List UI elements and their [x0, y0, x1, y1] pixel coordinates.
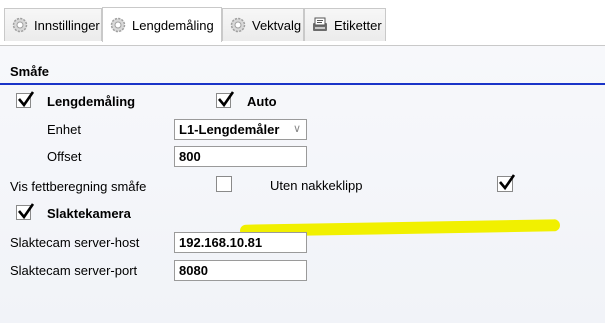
offset-input[interactable]: 800 [174, 146, 307, 167]
fettberegning-label: Vis fettberegning småfe [10, 179, 147, 194]
slaktekamera-checkbox[interactable] [16, 203, 35, 220]
tab-label: Lengdemåling [132, 17, 214, 33]
auto-label: Auto [247, 94, 277, 109]
fettberegning-checkbox[interactable] [216, 176, 232, 192]
gear-icon [229, 16, 247, 34]
check-icon [499, 174, 516, 191]
gear-icon [11, 16, 29, 34]
server-port-label: Slaktecam server-port [10, 263, 138, 278]
tab-innstillinger[interactable]: Innstillinger [4, 8, 102, 41]
tab-label: Innstillinger [34, 17, 100, 33]
tab-bar: Innstillinger Lengdemåling Vektvalg Etik… [0, 0, 605, 46]
tab-lengdemaling[interactable]: Lengdemåling [102, 7, 222, 42]
gear-icon [109, 16, 127, 34]
check-icon [18, 91, 35, 108]
section-title: Småfe [10, 64, 50, 79]
nakkeklipp-label: Uten nakkeklipp [270, 178, 363, 193]
nakkeklipp-checkbox[interactable] [497, 174, 516, 192]
server-host-input[interactable]: 192.168.10.81 [174, 232, 307, 253]
tab-vektvalg[interactable]: Vektvalg [222, 8, 304, 41]
tab-etiketter[interactable]: Etiketter [304, 8, 386, 41]
tab-label: Etiketter [334, 17, 382, 33]
section-divider [0, 83, 605, 85]
auto-checkbox[interactable] [216, 91, 235, 108]
enhet-value: L1-Lengdemåler [179, 122, 280, 137]
lengdemaling-label: Lengdemåling [47, 94, 136, 109]
chevron-down-icon: ∨ [292, 123, 301, 135]
check-icon [218, 91, 235, 108]
settings-panel: Småfe Lengdemåling Auto Enhet L1-Lengdem… [0, 45, 605, 323]
offset-label: Offset [47, 149, 82, 164]
enhet-select[interactable]: L1-Lengdemåler ∨ [174, 119, 307, 140]
server-host-label: Slaktecam server-host [10, 235, 140, 250]
lengdemaling-checkbox[interactable] [16, 91, 35, 108]
label-printer-icon [311, 16, 329, 34]
server-port-input[interactable]: 8080 [174, 260, 307, 281]
enhet-label: Enhet [47, 122, 81, 137]
slaktekamera-label: Slaktekamera [47, 206, 131, 221]
check-icon [18, 203, 35, 220]
tab-label: Vektvalg [252, 17, 302, 33]
